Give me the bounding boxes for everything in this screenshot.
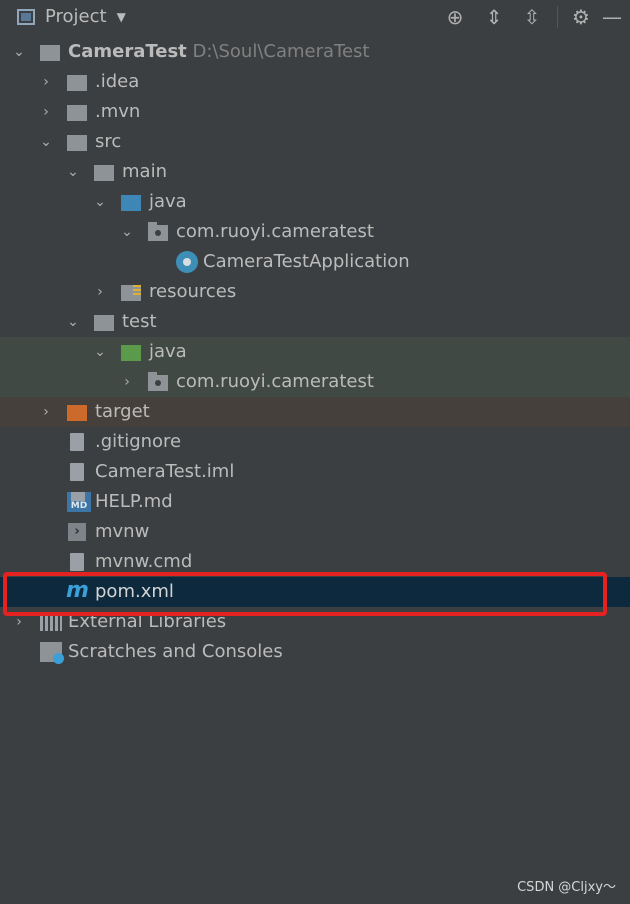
tree-item-label: com.ruoyi.cameratest <box>176 221 374 242</box>
chevron-down-icon[interactable]: ⌄ <box>120 217 134 247</box>
project-window-icon <box>17 8 35 25</box>
tree-item-root[interactable]: ⌄ CameraTest D:\Soul\CameraTest <box>0 37 630 67</box>
tree-item-label: target <box>95 401 150 422</box>
folder-icon <box>67 75 87 91</box>
tree-item-idea[interactable]: › .idea <box>0 67 630 97</box>
tree-item-label: resources <box>149 281 237 302</box>
tree-item-test-java[interactable]: ⌄ java <box>0 337 630 367</box>
ignore-file-icon <box>70 433 84 451</box>
chevron-right-icon[interactable]: › <box>39 67 53 97</box>
locate-icon[interactable]: ⊕ <box>443 5 467 29</box>
chevron-down-icon[interactable]: ⌄ <box>93 337 107 367</box>
folder-icon <box>67 105 87 121</box>
collapse-all-icon[interactable]: ⇳ <box>520 5 544 29</box>
tree-item-test[interactable]: ⌄ test <box>0 307 630 337</box>
project-title: Project <box>45 6 107 27</box>
minimize-icon[interactable]: — <box>600 5 624 29</box>
test-source-folder-icon <box>121 345 141 361</box>
tree-item-resources[interactable]: › resources <box>0 277 630 307</box>
source-folder-icon <box>121 195 141 211</box>
tree-item-src[interactable]: ⌄ src <box>0 127 630 157</box>
tree-item-label: CameraTestApplication <box>203 251 410 272</box>
tree-item-label: CameraTest.iml <box>95 461 235 482</box>
root-project-path: D:\Soul\CameraTest <box>192 41 370 62</box>
tree-item-label: com.ruoyi.cameratest <box>176 371 374 392</box>
chevron-down-icon[interactable]: ⌄ <box>39 127 53 157</box>
tree-item-main-package[interactable]: ⌄ com.ruoyi.cameratest <box>0 217 630 247</box>
tree-item-application-class[interactable]: CameraTestApplication <box>0 247 630 277</box>
markdown-file-icon: MD <box>67 492 91 512</box>
project-tool-window-header: Project ▼ ⊕ ⇕ ⇳ ⚙ — <box>0 0 630 34</box>
chevron-right-icon[interactable]: › <box>120 367 134 397</box>
chevron-right-icon[interactable]: › <box>93 277 107 307</box>
chevron-down-icon[interactable]: ▼ <box>117 10 126 24</box>
spring-boot-class-icon <box>176 251 198 273</box>
folder-icon <box>94 315 114 331</box>
module-folder-icon <box>40 45 60 61</box>
tree-item-label: test <box>122 311 157 332</box>
tree-item-scratches[interactable]: Scratches and Consoles <box>0 637 630 667</box>
tree-item-help-md[interactable]: MD HELP.md <box>0 487 630 517</box>
excluded-folder-icon <box>67 405 87 421</box>
highlight-annotation-box <box>3 572 607 616</box>
tree-item-label: main <box>122 161 167 182</box>
chevron-down-icon[interactable]: ⌄ <box>12 37 26 67</box>
tree-item-label: .mvn <box>95 101 141 122</box>
tree-item-target[interactable]: › target <box>0 397 630 427</box>
tree-item-label: .gitignore <box>95 431 182 452</box>
resources-marker-icon <box>133 285 141 295</box>
watermark: CSDN @Cljxy～ <box>517 880 616 895</box>
chevron-down-icon[interactable]: ⌄ <box>93 187 107 217</box>
chevron-down-icon[interactable]: ⌄ <box>66 157 80 187</box>
tree-item-test-package[interactable]: › com.ruoyi.cameratest <box>0 367 630 397</box>
tree-item-main-java[interactable]: ⌄ java <box>0 187 630 217</box>
package-icon <box>148 222 168 241</box>
tree-item-label: src <box>95 131 122 152</box>
tree-item-label: java <box>149 191 187 212</box>
tree-item-main[interactable]: ⌄ main <box>0 157 630 187</box>
tree-item-label: mvnw <box>95 521 150 542</box>
tree-item-label: Scratches and Consoles <box>68 641 283 662</box>
toolbar-divider <box>557 6 558 28</box>
tree-item-mvnw[interactable]: › mvnw <box>0 517 630 547</box>
tree-item-label: java <box>149 341 187 362</box>
chevron-right-icon[interactable]: › <box>39 97 53 127</box>
expand-all-icon[interactable]: ⇕ <box>482 5 506 29</box>
tree-item-gitignore[interactable]: .gitignore <box>0 427 630 457</box>
scratches-icon <box>40 642 64 664</box>
tree-item-mvn[interactable]: › .mvn <box>0 97 630 127</box>
tree-item-label: .idea <box>95 71 140 92</box>
module-file-icon <box>70 463 84 481</box>
tree-item-label: HELP.md <box>95 491 173 512</box>
folder-icon <box>94 165 114 181</box>
library-icon <box>40 615 62 631</box>
project-view-selector[interactable]: Project ▼ <box>17 6 126 27</box>
chevron-right-icon[interactable]: › <box>39 397 53 427</box>
chevron-down-icon[interactable]: ⌄ <box>66 307 80 337</box>
terminal-script-icon: › <box>68 523 86 541</box>
root-project-name: CameraTest <box>68 41 187 62</box>
folder-icon <box>67 135 87 151</box>
gear-icon[interactable]: ⚙ <box>569 5 593 29</box>
package-icon <box>148 372 168 391</box>
tree-item-iml[interactable]: CameraTest.iml <box>0 457 630 487</box>
cmd-file-icon <box>70 553 84 571</box>
